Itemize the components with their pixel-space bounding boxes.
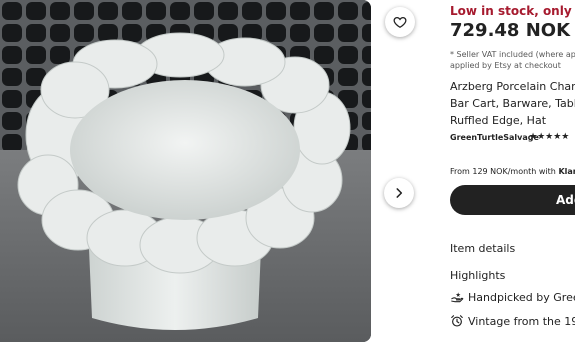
highlights-heading: Highlights — [450, 269, 506, 282]
item-details-toggle[interactable]: Item details — [450, 242, 515, 255]
listing-details: Low in stock, only 1 left 729.48 NOK * S… — [450, 0, 575, 342]
chevron-right-icon — [396, 188, 403, 198]
product-photo[interactable] — [0, 0, 371, 342]
handpicked-icon — [450, 290, 464, 304]
add-to-cart-label: Add — [556, 193, 575, 207]
rating-stars[interactable]: ★★★★★ — [529, 132, 569, 142]
price: 729.48 NOK — [450, 20, 571, 41]
listing-title-line-3: Ruffled Edge, Hat — [450, 114, 547, 127]
heart-icon — [393, 16, 407, 29]
shop-name-link[interactable]: GreenTurtleSalvage — [450, 133, 539, 142]
alarm-clock-icon — [450, 314, 464, 328]
product-image — [0, 0, 371, 342]
klarna-logo: Klarna — [558, 167, 575, 176]
add-to-cart-button[interactable]: Add — [450, 185, 575, 215]
highlight-vintage: Vintage from the 1970s — [450, 314, 575, 328]
listing-title-line-2: Bar Cart, Barware, Table De — [450, 97, 575, 110]
highlight-handpicked-text: Handpicked by GreenT — [468, 290, 575, 304]
favorite-button[interactable] — [385, 7, 415, 37]
highlight-handpicked: Handpicked by GreenT — [450, 290, 575, 304]
vat-note-line-1: * Seller VAT included (where app — [450, 50, 575, 59]
highlight-vintage-text: Vintage from the 1970s — [468, 314, 575, 328]
next-image-button[interactable] — [384, 178, 414, 208]
listing-title-line-1: Arzberg Porcelain Champa — [450, 80, 575, 93]
klarna-text: From 129 NOK/month with — [450, 167, 556, 176]
klarna-offer: From 129 NOK/month with Klarna — [450, 167, 575, 176]
vat-note-line-2: applied by Etsy at checkout — [450, 61, 561, 70]
stock-notice: Low in stock, only 1 left — [450, 4, 575, 18]
